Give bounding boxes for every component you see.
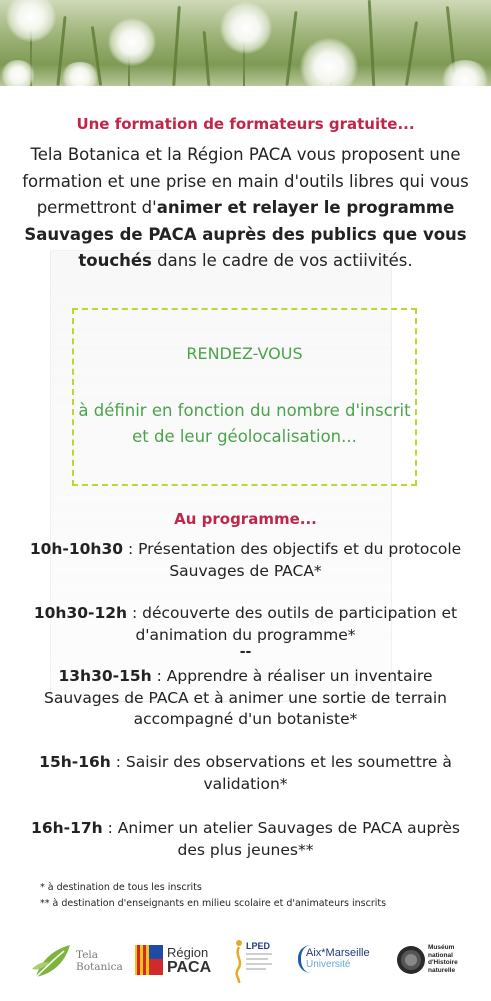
footnote: ** à destination d'enseignants en milieu… — [40, 898, 387, 909]
intro-title: Une formation de formateurs gratuite... — [76, 115, 415, 133]
programme-title: Au programme... — [174, 510, 317, 528]
lped-logo-text: LPED — [246, 941, 271, 951]
region-logo-line1: Région — [167, 945, 209, 960]
lped-logo: LPED — [230, 935, 290, 985]
programme-item: 10h30-12h : découverte des outils de par… — [20, 603, 471, 646]
partner-logos: Tela Botanica Région PACA LPED Aix*Marse… — [0, 935, 491, 985]
programme-item-time: 10h-10h30 — [29, 540, 124, 558]
leaf-icon — [32, 945, 70, 980]
footnote: * à destination de tous les inscrits — [40, 882, 202, 893]
programme-item-time: 15h-16h — [39, 753, 111, 771]
programme-item: 16h-17h : Animer un atelier Sauvages de … — [20, 818, 471, 861]
rendezvous-title: RENDEZ-VOUS — [186, 344, 303, 363]
museum-logo-line4: naturelle — [428, 966, 456, 974]
intro-text-end: dans le cadre de vos actiivités. — [151, 251, 413, 270]
programme-item-text: : Présentation des objectifs et du proto… — [123, 540, 462, 580]
museum-logo-line2: national — [428, 951, 453, 959]
amu-logo-line1: Aix*Marseille — [306, 947, 370, 959]
aix-marseille-logo: Aix*Marseille Université — [298, 935, 378, 985]
museum-logo-line1: Muséum — [428, 944, 455, 951]
rendezvous-text: à définir en fonction du nombre d'inscri… — [78, 401, 411, 446]
lped-figure-icon — [235, 940, 242, 983]
tela-logo-line2: Botanica — [76, 961, 123, 973]
tela-botanica-logo: Tela Botanica — [30, 935, 123, 985]
intro-paragraph: Tela Botanica et la Région PACA vous pro… — [14, 142, 477, 275]
programme-item-text: : Animer un atelier Sauvages de PACA aup… — [102, 819, 460, 859]
programme-item: 10h-10h30 : Présentation des objectifs e… — [20, 539, 471, 582]
programme-item-time: 13h30-15h — [58, 667, 152, 685]
region-logo-line2: PACA — [167, 959, 212, 976]
amu-logo-line2: Université — [306, 959, 351, 970]
programme-item: 13h30-15h : Apprendre à réaliser un inve… — [20, 666, 471, 731]
rendezvous-box: RENDEZ-VOUS à définir en fonction du nom… — [72, 308, 417, 486]
programme-item: 15h-16h : Saisir des observations et les… — [20, 752, 471, 795]
region-paca-logo: Région PACA — [135, 935, 215, 985]
tela-logo-line1: Tela — [76, 949, 99, 961]
museum-logo: Muséum national d'Histoire naturelle — [396, 935, 486, 985]
programme-item-text: : Saisir des observations et les soumett… — [110, 753, 452, 793]
museum-logo-line3: d'Histoire — [428, 959, 458, 966]
programme-item-text: : découverte des outils de participation… — [127, 604, 458, 644]
programme-separator: -- — [239, 644, 252, 660]
programme-item-time: 16h-17h — [31, 819, 103, 837]
header-photo — [0, 0, 491, 86]
programme-item-time: 10h30-12h — [33, 604, 128, 622]
museum-emblem-icon — [397, 946, 425, 974]
region-shield-icon — [135, 945, 163, 975]
